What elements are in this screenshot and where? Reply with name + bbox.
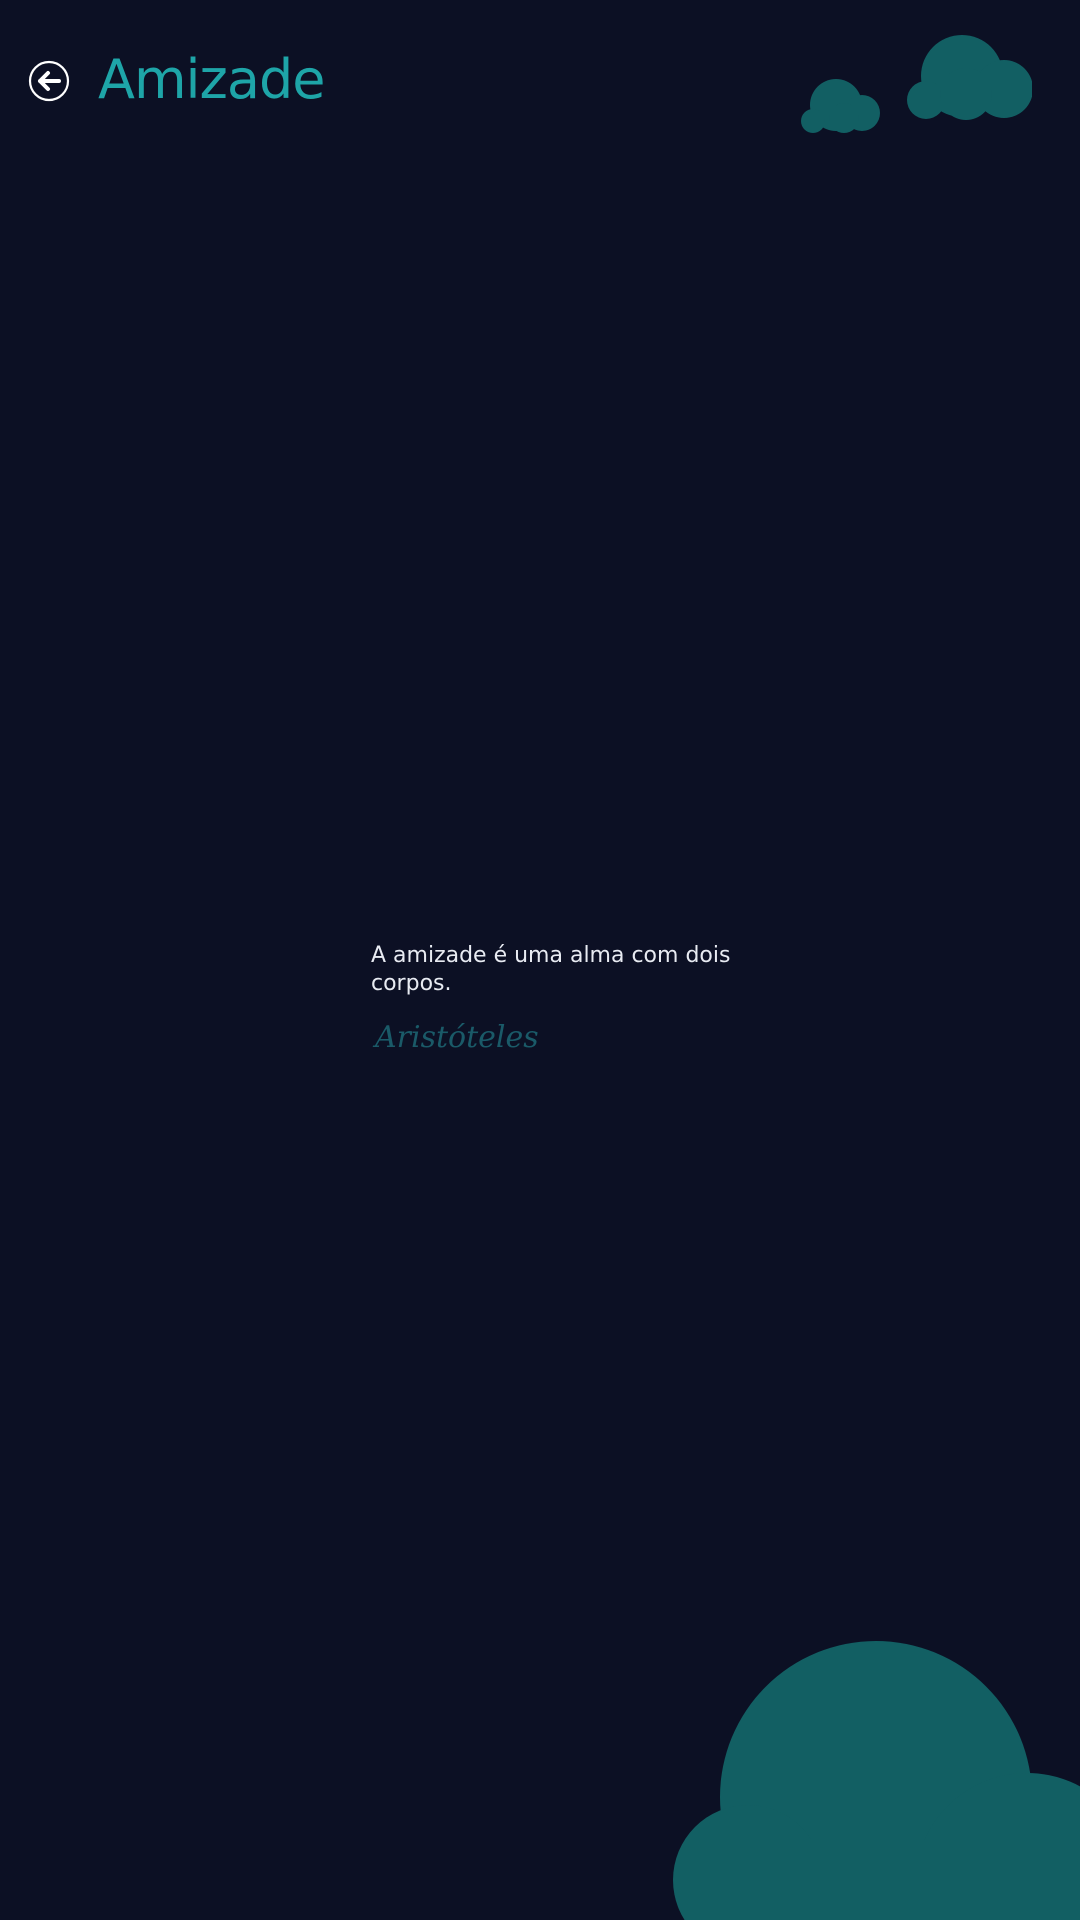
- quote-text: A amizade é uma alma com dois corpos.: [371, 943, 731, 996]
- quote-block: A amizade é uma alma com dois corpos. Ar…: [371, 942, 751, 1056]
- cloud-icon: [672, 1640, 1080, 1920]
- cloud-icon: [906, 34, 1032, 120]
- cloud-icon: [800, 78, 882, 134]
- back-button[interactable]: [28, 60, 70, 102]
- quote-page: Amizade A amizade é uma alma com dois co…: [0, 0, 1080, 1920]
- page-title: Amizade: [98, 48, 325, 111]
- back-arrow-circle-icon: [28, 60, 70, 102]
- quote-author: Aristóteles: [375, 1020, 539, 1055]
